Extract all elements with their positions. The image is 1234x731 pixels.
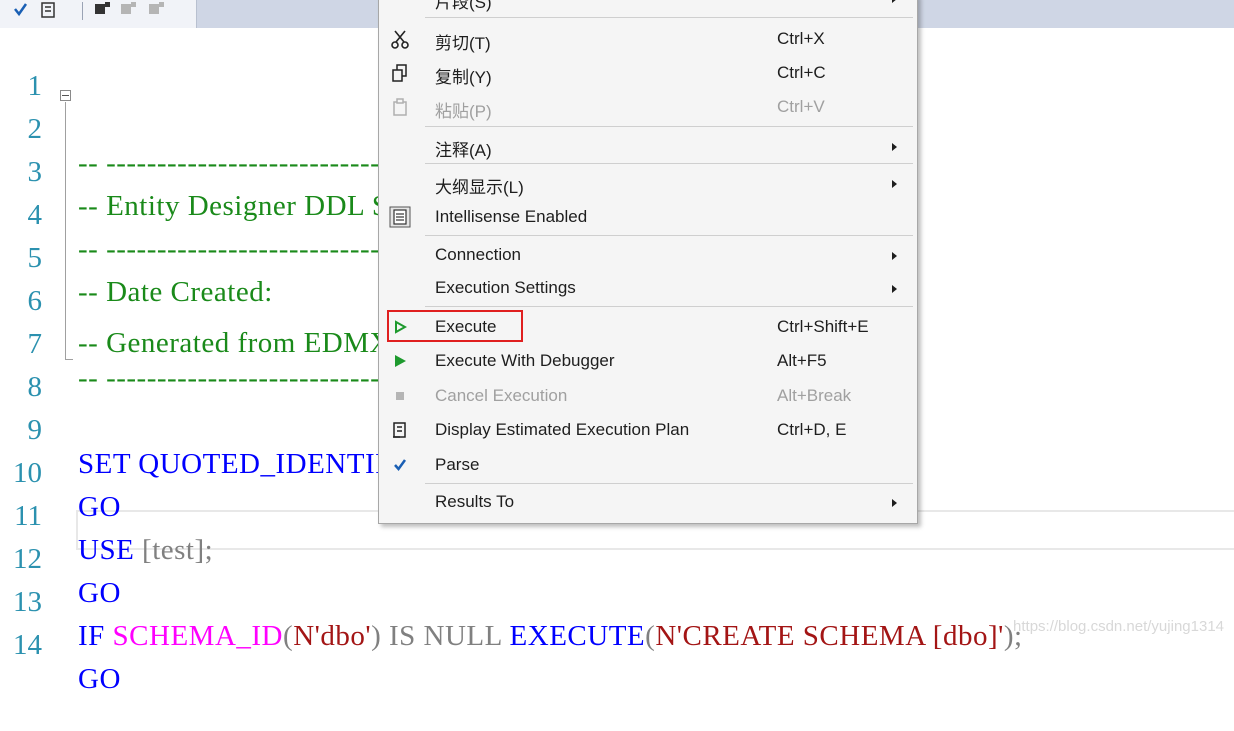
menu-item-label: 大纲显示(L) — [435, 178, 524, 197]
menu-item-label: 复制(Y) — [435, 68, 492, 87]
line-number: 14 — [13, 629, 42, 661]
window-icon[interactable] — [92, 0, 114, 20]
window-disabled-icon-2 — [146, 0, 168, 20]
menu-item-shortcut: Ctrl+Shift+E — [777, 317, 869, 336]
cut-icon — [389, 28, 411, 50]
menu-item-paste: 粘贴(P) Ctrl+V — [379, 90, 917, 124]
menu-separator — [425, 163, 913, 164]
copy-icon — [389, 62, 411, 84]
menu-item-label: 片段(S) — [435, 0, 492, 12]
menu-item-snippet[interactable]: 片段(S) — [379, 0, 917, 15]
menu-separator — [425, 306, 913, 307]
menu-item-comment[interactable]: 注释(A) — [379, 129, 917, 163]
menu-separator — [425, 235, 913, 236]
window-disabled-icon — [118, 0, 140, 20]
menu-item-cancel-execution: Cancel Execution Alt+Break — [379, 379, 917, 413]
menu-item-label: 剪切(T) — [435, 34, 491, 53]
menu-item-execution-settings[interactable]: Execution Settings — [379, 271, 917, 305]
paste-icon — [389, 96, 411, 118]
menu-item-label: Cancel Execution — [435, 386, 568, 405]
menu-item-label: Execution Settings — [435, 278, 576, 297]
menu-item-label: Parse — [435, 455, 480, 474]
execution-plan-icon — [389, 419, 411, 441]
intellisense-icon — [389, 206, 411, 228]
context-menu: 片段(S) 剪切(T) Ctrl+X 复制(Y) Ctrl+C 粘贴(P) Ct… — [378, 0, 918, 524]
execution-plan-icon[interactable] — [38, 0, 60, 20]
menu-item-label: Connection — [435, 245, 522, 264]
menu-separator — [425, 483, 913, 484]
menu-separator — [425, 17, 913, 18]
submenu-arrow-icon — [892, 143, 897, 151]
menu-item-connection[interactable]: Connection — [379, 238, 917, 272]
submenu-arrow-icon — [892, 180, 897, 188]
submenu-arrow-icon — [892, 499, 897, 507]
menu-item-shortcut: Ctrl+C — [777, 63, 826, 82]
toolbar-separator — [82, 2, 83, 20]
menu-separator — [425, 126, 913, 127]
menu-item-label: 粘贴(P) — [435, 102, 492, 121]
menu-item-parse[interactable]: Parse — [379, 448, 917, 482]
menu-item-shortcut: Alt+Break — [777, 386, 852, 405]
submenu-arrow-icon — [892, 285, 897, 293]
submenu-arrow-icon — [892, 252, 897, 260]
menu-item-copy[interactable]: 复制(Y) Ctrl+C — [379, 56, 917, 90]
execute-debugger-icon — [389, 350, 411, 372]
menu-item-display-estimated-plan[interactable]: Display Estimated Execution Plan Ctrl+D,… — [379, 413, 917, 447]
toolbar-button-group — [0, 0, 197, 28]
code-text: GO — [78, 663, 121, 695]
menu-item-execute-with-debugger[interactable]: Execute With Debugger Alt+F5 — [379, 344, 917, 378]
checkmark-icon[interactable] — [10, 0, 32, 20]
menu-item-shortcut: Ctrl+X — [777, 29, 825, 48]
cancel-icon — [389, 385, 411, 407]
menu-item-label: Intellisense Enabled — [435, 207, 588, 226]
menu-item-label: Results To — [435, 492, 515, 511]
menu-item-shortcut: Ctrl+D, E — [777, 420, 847, 439]
menu-item-outlining[interactable]: 大纲显示(L) — [379, 166, 917, 200]
menu-item-shortcut: Ctrl+V — [777, 97, 825, 116]
menu-item-label: 注释(A) — [435, 141, 492, 160]
menu-item-label: Execute With Debugger — [435, 351, 615, 370]
submenu-arrow-icon — [892, 0, 897, 3]
menu-item-results-to[interactable]: Results To — [379, 485, 917, 519]
code-line: 13 IF SCHEMA_ID(N'dbo') IS NULL EXECUTE(… — [0, 552, 1234, 652]
watermark: https://blog.csdn.net/yujing1314 — [1013, 618, 1224, 635]
menu-item-label: Display Estimated Execution Plan — [435, 420, 690, 439]
menu-item-shortcut: Alt+F5 — [777, 351, 827, 370]
menu-item-intellisense[interactable]: Intellisense Enabled — [379, 200, 917, 234]
execute-highlight-box — [387, 310, 523, 342]
parse-check-icon — [389, 454, 411, 476]
menu-item-cut[interactable]: 剪切(T) Ctrl+X — [379, 22, 917, 56]
